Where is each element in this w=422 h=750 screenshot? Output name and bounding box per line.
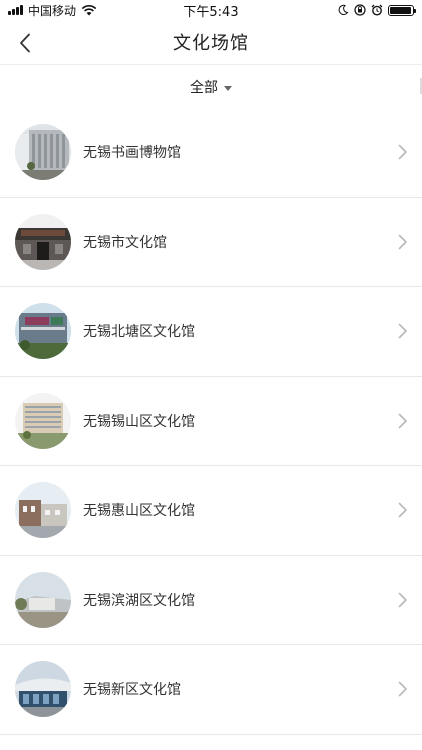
list-item[interactable]: 无锡滨湖区文化馆 (0, 556, 422, 645)
list-item[interactable]: 无锡市文化馆 (0, 198, 422, 287)
filter-dropdown[interactable]: 全部 (0, 66, 422, 108)
venue-thumbnail (15, 303, 71, 360)
list-item[interactable]: 无锡惠山区文化馆 (0, 466, 422, 556)
venue-thumbnail (15, 213, 71, 270)
back-button[interactable] (10, 28, 40, 58)
venue-name: 无锡书画博物馆 (83, 145, 181, 162)
venue-name: 无锡滨湖区文化馆 (83, 592, 195, 609)
rotation-lock-icon (354, 4, 366, 16)
chevron-right-icon (398, 144, 407, 160)
filter-label: 全部 (190, 80, 218, 96)
chevron-right-icon (398, 234, 407, 250)
chevron-right-icon (398, 592, 407, 608)
venue-thumbnail (15, 482, 71, 539)
battery-icon (388, 4, 416, 16)
chevron-left-icon (20, 33, 30, 53)
status-left: 中国移动 (8, 2, 97, 19)
venue-name: 无锡惠山区文化馆 (83, 503, 195, 520)
alarm-icon (371, 4, 383, 16)
venue-name: 无锡北塘区文化馆 (83, 324, 195, 341)
list-item[interactable]: 无锡新区文化馆 (0, 645, 422, 735)
page-title: 文化场馆 (173, 33, 249, 54)
chevron-right-icon (398, 681, 407, 697)
carrier-label: 中国移动 (28, 3, 77, 18)
venue-name: 无锡市文化馆 (83, 234, 167, 251)
status-bar: 中国移动 下午5:43 (0, 0, 422, 20)
venue-thumbnail (15, 571, 71, 628)
venue-thumbnail (15, 124, 71, 181)
venue-thumbnail (15, 661, 71, 718)
battery-fill (390, 6, 411, 14)
nav-bar: 文化场馆 (0, 20, 422, 65)
chevron-right-icon (398, 323, 407, 339)
list-item[interactable]: 无锡北塘区文化馆 (0, 287, 422, 377)
moon-icon (338, 4, 349, 15)
chevron-right-icon (398, 502, 407, 518)
venue-name: 无锡锡山区文化馆 (83, 413, 195, 430)
venue-name: 无锡新区文化馆 (83, 682, 181, 699)
venue-thumbnail (15, 392, 71, 449)
signal-icon (8, 5, 23, 15)
venue-list: 无锡书画博物馆 无锡市文化馆 无锡北塘区文化馆 无锡锡山区文化馆 无锡惠山区文化… (0, 108, 422, 735)
wifi-icon (81, 5, 97, 16)
list-item[interactable]: 无锡锡山区文化馆 (0, 377, 422, 466)
caret-down-icon (224, 85, 232, 91)
chevron-right-icon (398, 413, 407, 429)
status-right (337, 4, 416, 16)
list-item[interactable]: 无锡书画博物馆 (0, 108, 422, 198)
